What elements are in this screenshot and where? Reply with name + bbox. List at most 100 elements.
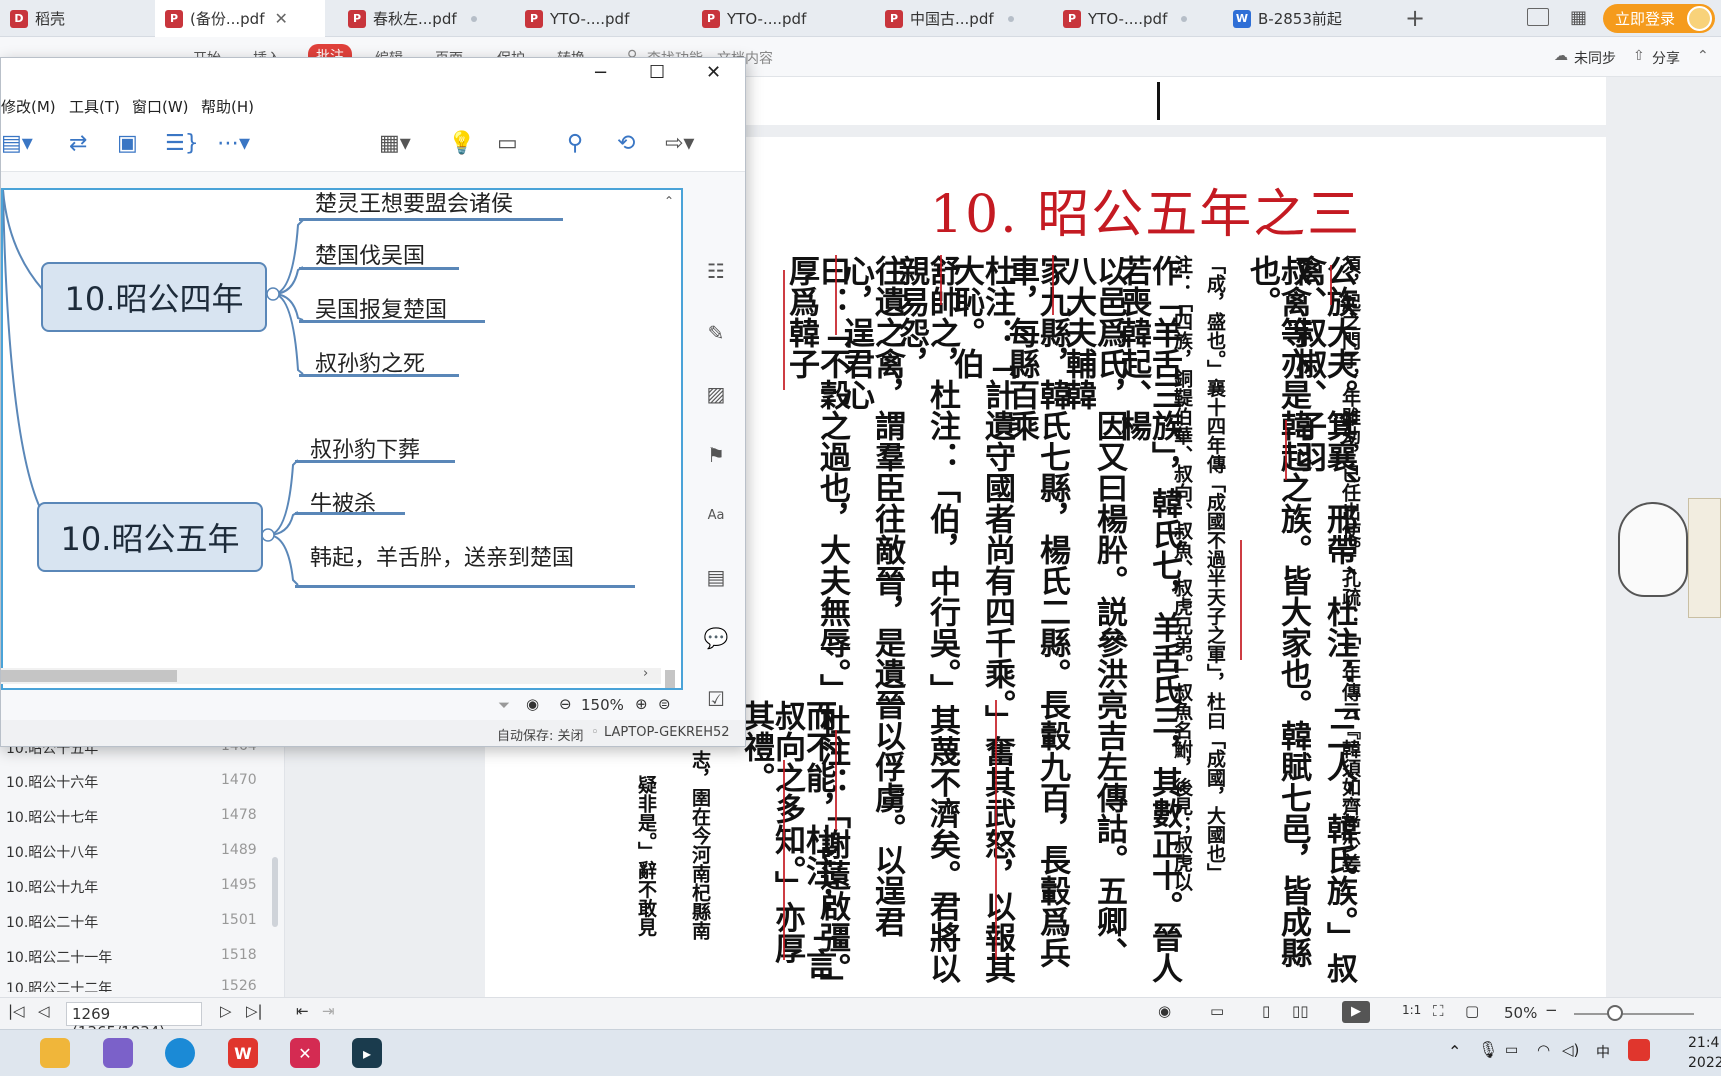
fit-width-icon[interactable]: ▢ [1465,1002,1479,1020]
login-button[interactable]: 立即登录 [1603,4,1715,33]
wps-tray-icon[interactable] [1628,1039,1650,1061]
marker-flag-icon[interactable]: ⚑ [703,442,729,468]
menu-tools[interactable]: 工具(T) [69,96,120,117]
close-window-icon[interactable]: ✕ [706,62,721,83]
photos-icon[interactable] [103,1038,133,1068]
outline-item[interactable]: 10.昭公二十一年 1518 [6,947,266,967]
forward-icon[interactable]: ⇥ [322,1002,335,1020]
format-brush-icon[interactable]: ✎ [703,320,729,346]
tab-home[interactable]: D 稻壳 [0,0,155,37]
xmind-titlebar[interactable]: − ☐ ✕ [1,58,745,90]
zoom-slider[interactable] [1574,1013,1694,1015]
prev-page-icon[interactable]: ◁ [38,1002,50,1020]
label-icon[interactable]: Aa [703,503,729,529]
clock[interactable]: 21:4 2022/ [1688,1033,1721,1073]
tab-word[interactable]: W B-2853前起 [1223,0,1388,37]
play-icon[interactable]: ▶ [1342,1001,1370,1023]
menu-modify[interactable]: 修改(M) [1,96,56,117]
task-icon[interactable]: ☑ [703,686,729,712]
xmind-app-icon[interactable]: ✕ [290,1038,320,1068]
expand-icon[interactable]: ⌃ [1697,48,1709,64]
fit-page-icon[interactable]: ⛶ [1433,1002,1444,1020]
eye-mode-icon[interactable]: ◉ [1158,1002,1171,1020]
ime-icon[interactable]: 中 [1596,1042,1610,1062]
tab-pdf[interactable]: P YTO-....pdf [515,0,675,37]
share-button[interactable]: 分享 [1652,48,1680,68]
wps-office-icon[interactable]: W [228,1038,258,1068]
zoom-level[interactable]: 50% [1504,1004,1537,1022]
autosave-status[interactable]: 自动保存: 关闭 [497,725,584,744]
menu-help[interactable]: 帮助(H) [201,96,254,117]
fit-map-icon[interactable]: ⊜ [658,695,671,713]
wifi-icon[interactable]: ◠ [1537,1041,1550,1059]
xmind-zoom-level[interactable]: 150% [581,696,624,714]
next-page-icon[interactable]: ▷ [220,1002,232,1020]
zoom-slider-knob[interactable] [1607,1005,1623,1021]
outline-item[interactable]: 10.昭公二十年 1501 [6,912,266,932]
new-tab-icon[interactable]: + [1405,4,1425,32]
subtopic-node[interactable]: 韩起，羊舌肸，送亲到楚国 [310,540,574,572]
apps-grid-icon[interactable]: ▦ [1570,7,1587,28]
scroll-up-icon[interactable]: ⌃ [664,194,674,208]
outline-scrollbar[interactable] [272,857,278,927]
more-icon[interactable]: ⋯▾ [217,133,250,155]
zoom-out-icon[interactable]: − [1545,1001,1558,1019]
maximize-icon[interactable]: ☐ [649,62,665,83]
sticker-tab[interactable] [1688,498,1721,618]
topic-node[interactable]: 10.昭公四年 [41,262,267,332]
subtopic-node[interactable]: 楚国伐吴国 [315,238,425,270]
first-page-icon[interactable]: |◁ [8,1002,25,1020]
close-tab-icon[interactable]: ✕ [274,9,287,28]
actual-size-button[interactable]: 1:1 [1402,1003,1421,1017]
summary-icon[interactable]: ☰} [165,133,199,155]
idea-bulb-icon[interactable]: 💡 [448,133,475,155]
edge-browser-icon[interactable] [165,1038,195,1068]
insert-topic-icon[interactable]: ▤▾ [1,133,33,155]
tray-chevron-icon[interactable]: ⌃ [1448,1042,1461,1061]
tab-pdf[interactable]: P YTO-....pdf [1053,0,1218,37]
mindmap-canvas[interactable]: 10.昭公四年 10.昭公五年 楚灵王想要盟会诸侯 楚国伐吴国 吴国报复楚国 叔… [1,188,683,690]
vertical-scroll-thumb[interactable] [665,670,675,688]
boundary-icon[interactable]: ▣ [117,133,138,155]
outline-item[interactable]: 10.昭公二十二年 1526 [6,978,266,992]
zoom-in-icon[interactable]: ⊕ [635,695,648,713]
last-page-icon[interactable]: ▷| [246,1002,263,1020]
outline-item[interactable]: 10.昭公十七年 1478 [6,807,266,827]
subtopic-node[interactable]: 楚灵王想要盟会诸侯 [315,190,513,218]
search-icon[interactable]: ⚲ [567,133,583,155]
canvas-horizontal-scrollbar[interactable]: › [1,666,661,684]
menu-window[interactable]: 窗口(W) [132,96,189,117]
minimize-icon[interactable]: − [593,62,608,83]
share-icon[interactable]: ⟲ [617,133,635,155]
page-view-icon[interactable]: ▯ [1262,1002,1270,1020]
back-icon[interactable]: ⇤ [296,1002,309,1020]
export-icon[interactable]: ⇨▾ [665,133,694,155]
volume-icon[interactable]: ◁) [1562,1041,1579,1059]
mic-icon[interactable]: 🎙 [1478,1040,1498,1059]
outline-item[interactable]: 10.昭公十九年 1495 [6,877,266,897]
file-explorer-icon[interactable] [40,1038,70,1068]
sync-status[interactable]: 未同步 [1574,48,1616,68]
comment-icon[interactable]: 💬 [703,625,729,651]
layout-icon[interactable] [1527,8,1549,26]
horizontal-scroll-thumb[interactable] [1,670,177,682]
filter-icon[interactable]: ⏷ [498,696,510,714]
relationship-icon[interactable]: ⇄ [69,133,87,155]
battery-icon[interactable]: ▭ [1505,1042,1518,1058]
tab-active-pdf[interactable]: P (备份...pdf ✕ [155,0,325,37]
page-number-field[interactable]: 1269 (1365/1834) [66,1002,202,1041]
topic-node[interactable]: 10.昭公五年 [37,502,263,572]
tab-pdf[interactable]: P 春秋左...pdf [338,0,498,37]
outline-view-icon[interactable]: ▭ [497,133,518,155]
tab-pdf[interactable]: P 中国古...pdf [875,0,1040,37]
eye-icon[interactable]: ◉ [526,695,539,713]
outline-panel-icon[interactable]: ☷ [703,258,729,284]
presentation-icon[interactable]: ▦▾ [379,133,411,155]
dual-page-icon[interactable]: ▯▯ [1292,1002,1309,1020]
terminal-app-icon[interactable]: ▸ [352,1038,382,1068]
zoom-out-icon[interactable]: ⊖ [559,695,572,713]
scroll-right-icon[interactable]: › [643,666,648,681]
outline-item[interactable]: 10.昭公十八年 1489 [6,842,266,862]
outline-item[interactable]: 10.昭公十六年 1470 [6,772,266,792]
canvas-vertical-scrollbar[interactable] [661,250,679,688]
